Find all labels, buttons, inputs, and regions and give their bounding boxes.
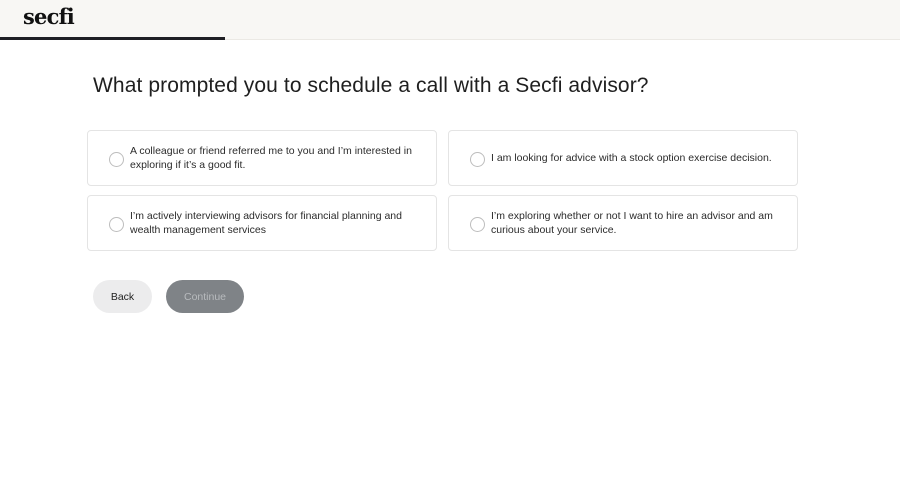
back-button[interactable]: Back	[93, 280, 152, 313]
option-label: I am looking for advice with a stock opt…	[491, 152, 772, 164]
option-stock-option-advice[interactable]: I am looking for advice with a stock opt…	[448, 130, 798, 186]
option-exploring-hiring[interactable]: I’m exploring whether or not I want to h…	[448, 195, 798, 251]
secfi-logo[interactable]: secfi	[23, 4, 75, 29]
option-referred-by-colleague[interactable]: A colleague or friend referred me to you…	[87, 130, 437, 186]
radio-button[interactable]	[109, 152, 124, 167]
radio-button[interactable]	[470, 152, 485, 167]
option-interviewing-advisors[interactable]: I’m actively interviewing advisors for f…	[87, 195, 437, 251]
top-bar: secfi	[0, 0, 900, 40]
option-label: I’m actively interviewing advisors for f…	[130, 210, 402, 236]
question-title: What prompted you to schedule a call wit…	[93, 74, 649, 97]
progress-bar	[0, 37, 900, 40]
option-label: I’m exploring whether or not I want to h…	[491, 210, 773, 236]
radio-button[interactable]	[470, 217, 485, 232]
radio-button[interactable]	[109, 217, 124, 232]
continue-button[interactable]: Continue	[166, 280, 244, 313]
progress-fill	[0, 37, 225, 40]
option-label: A colleague or friend referred me to you…	[130, 145, 412, 171]
